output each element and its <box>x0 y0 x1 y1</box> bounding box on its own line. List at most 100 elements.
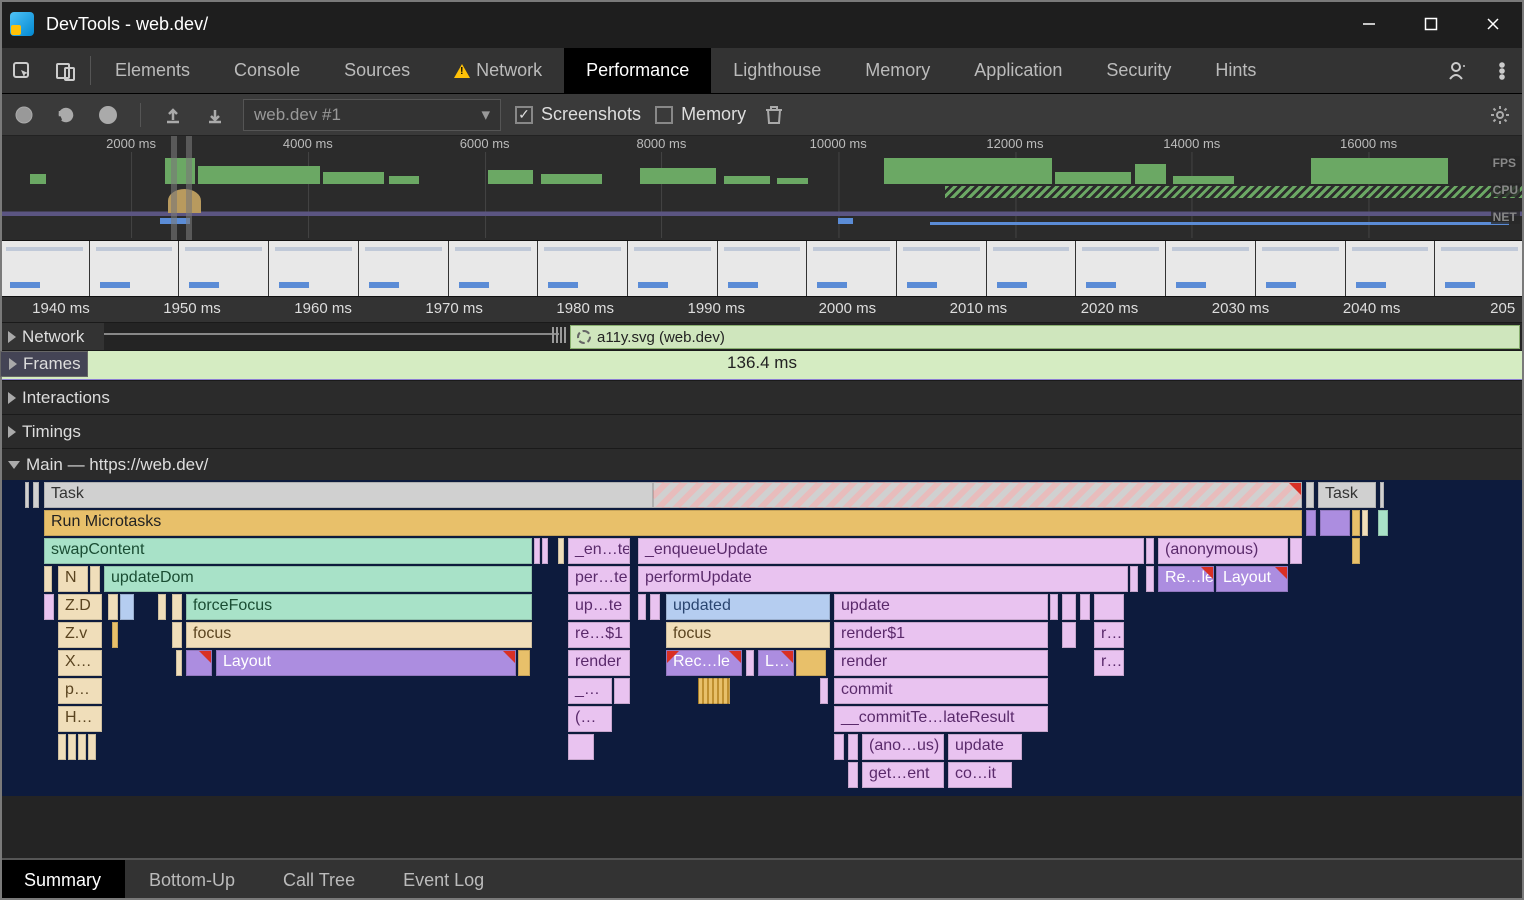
tab-lighthouse[interactable]: Lighthouse <box>711 48 843 93</box>
flame-block[interactable] <box>820 678 828 704</box>
tab-console[interactable]: Console <box>212 48 322 93</box>
interactions-track[interactable]: Interactions <box>0 380 1524 414</box>
network-track[interactable]: Network a11y.svg (web.dev) <box>0 322 1524 350</box>
flame-block[interactable] <box>1130 566 1138 592</box>
device-icon[interactable] <box>44 48 88 93</box>
flame-block[interactable]: updated <box>666 594 830 620</box>
flame-block[interactable] <box>848 734 858 760</box>
flame-block[interactable] <box>1094 594 1124 620</box>
flame-block[interactable] <box>1290 538 1302 564</box>
flame-block[interactable] <box>1362 510 1368 536</box>
flame-block[interactable]: Layout <box>1216 566 1288 592</box>
flame-block[interactable] <box>1146 538 1154 564</box>
network-request[interactable]: a11y.svg (web.dev) <box>570 325 1520 349</box>
flame-block[interactable] <box>88 734 96 760</box>
flame-block[interactable]: update <box>948 734 1022 760</box>
flame-block[interactable]: Re…le <box>1158 566 1214 592</box>
flame-block[interactable]: get…ent <box>862 762 944 788</box>
flame-block[interactable] <box>1080 594 1090 620</box>
flame-block[interactable]: N <box>58 566 88 592</box>
screenshot-thumb[interactable] <box>1166 241 1255 296</box>
frames-track[interactable]: Frames 136.4 ms <box>0 350 1524 380</box>
tab-security[interactable]: Security <box>1084 48 1193 93</box>
reload-button[interactable] <box>52 101 80 129</box>
flame-block[interactable]: _en…te <box>568 538 630 564</box>
flame-block[interactable]: commit <box>834 678 1048 704</box>
flame-block[interactable]: Rec…le <box>666 650 742 676</box>
flame-block[interactable]: Layout <box>216 650 516 676</box>
screenshot-thumb[interactable] <box>628 241 717 296</box>
screenshot-thumb[interactable] <box>987 241 1076 296</box>
timings-track[interactable]: Timings <box>0 414 1524 448</box>
expand-icon[interactable] <box>8 331 16 343</box>
screenshots-checkbox[interactable]: Screenshots <box>515 104 641 125</box>
collapse-icon[interactable] <box>8 461 20 469</box>
screenshot-thumb[interactable] <box>0 241 89 296</box>
flame-block[interactable]: Task <box>44 482 653 508</box>
upload-button[interactable] <box>159 101 187 129</box>
inspect-icon[interactable] <box>0 48 44 93</box>
flame-block[interactable] <box>176 650 182 676</box>
expand-icon[interactable] <box>8 392 16 404</box>
flame-block[interactable] <box>1062 622 1076 648</box>
flame-block[interactable]: up…te <box>568 594 630 620</box>
flame-block[interactable]: Run Microtasks <box>44 510 1302 536</box>
flame-block[interactable] <box>796 650 826 676</box>
flame-block[interactable]: re…$1 <box>568 622 630 648</box>
flame-block[interactable]: X… <box>58 650 102 676</box>
settings-button[interactable] <box>1486 101 1514 129</box>
screenshot-thumb[interactable] <box>269 241 358 296</box>
flame-block[interactable]: H… <box>58 706 102 732</box>
flame-block[interactable]: L… <box>758 650 794 676</box>
flame-block[interactable] <box>172 594 182 620</box>
screenshot-thumb[interactable] <box>179 241 268 296</box>
flame-block[interactable] <box>120 594 134 620</box>
detail-ruler[interactable]: 1940 ms 1950 ms 1960 ms 1970 ms 1980 ms … <box>0 296 1524 322</box>
flame-block[interactable]: Z.D <box>58 594 102 620</box>
tab-sources[interactable]: Sources <box>322 48 432 93</box>
flame-block[interactable]: swapContent <box>44 538 532 564</box>
flame-block[interactable] <box>1320 510 1350 536</box>
flame-block[interactable] <box>746 650 754 676</box>
flame-block[interactable] <box>25 482 29 508</box>
flame-block[interactable]: co…it <box>948 762 1012 788</box>
expand-icon[interactable] <box>8 426 16 438</box>
tab-bottom-up[interactable]: Bottom-Up <box>125 860 259 900</box>
flame-block[interactable] <box>44 594 54 620</box>
tab-summary[interactable]: Summary <box>0 860 125 900</box>
flame-block[interactable]: __commitTe…lateResult <box>834 706 1048 732</box>
main-track[interactable]: Main — https://web.dev/ <box>0 448 1524 480</box>
flame-block[interactable]: render <box>568 650 630 676</box>
flame-block[interactable]: render$1 <box>834 622 1048 648</box>
filmstrip[interactable] <box>0 240 1524 296</box>
flame-block[interactable]: Task <box>1318 482 1376 508</box>
flame-block[interactable]: Z.v <box>58 622 102 648</box>
flame-chart[interactable]: Task Task Run Microtasks swapContent _en… <box>0 480 1524 796</box>
flame-block[interactable] <box>698 678 730 704</box>
range-handle-left[interactable] <box>171 136 177 240</box>
flame-block[interactable] <box>1050 594 1058 620</box>
flame-block[interactable] <box>534 538 540 564</box>
clear-button[interactable] <box>94 101 122 129</box>
download-button[interactable] <box>201 101 229 129</box>
flame-block[interactable] <box>1380 482 1384 508</box>
flame-block[interactable] <box>158 594 166 620</box>
flame-block[interactable] <box>650 594 660 620</box>
screenshot-thumb[interactable] <box>1346 241 1435 296</box>
flame-block[interactable]: r… <box>1094 650 1124 676</box>
flame-block[interactable] <box>614 678 630 704</box>
session-select[interactable]: web.dev #1▾ <box>243 99 501 131</box>
flame-block[interactable] <box>568 734 594 760</box>
flame-block[interactable] <box>1062 594 1076 620</box>
tab-memory[interactable]: Memory <box>843 48 952 93</box>
flame-block[interactable] <box>848 762 858 788</box>
flame-block-long-task[interactable] <box>653 482 1302 508</box>
minimize-button[interactable] <box>1338 0 1400 48</box>
record-button[interactable] <box>10 101 38 129</box>
flame-block[interactable]: (… <box>568 706 612 732</box>
screenshot-thumb[interactable] <box>1256 241 1345 296</box>
flame-block[interactable] <box>1146 566 1154 592</box>
flame-block[interactable]: focus <box>666 622 830 648</box>
flame-block[interactable]: update <box>834 594 1048 620</box>
flame-block[interactable]: (anonymous) <box>1158 538 1288 564</box>
